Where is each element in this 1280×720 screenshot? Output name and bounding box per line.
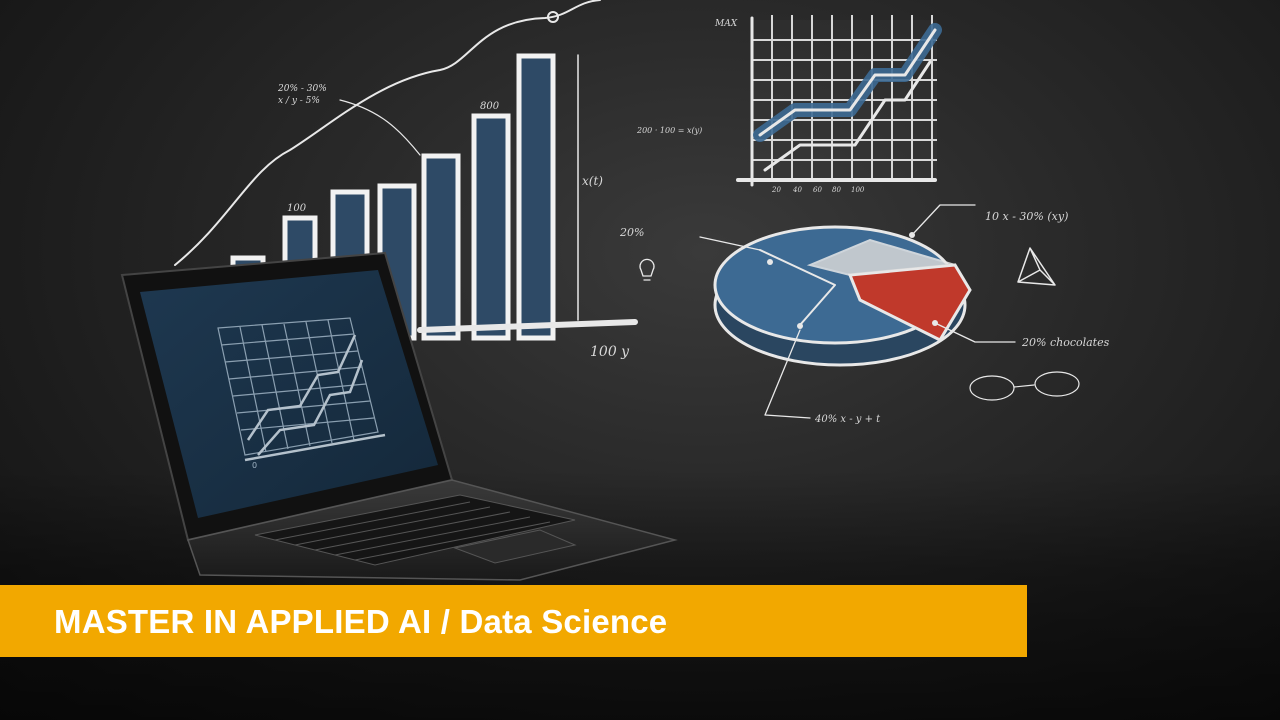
pie-note-right: 20% chocolates [1021,336,1110,349]
hero-scene: 100 800 x(t) 100 y 20% - 30% x / y - 5% … [0,0,1280,720]
line-chart-tick-3: 60 [813,186,822,194]
laptop: 0 [120,251,678,581]
pyramid-icon [1017,247,1056,286]
title-banner: MASTER IN APPLIED AI / Data Science [0,585,1027,657]
doodle-circle-1 [969,375,1015,401]
line-chart-tick-4: 80 [832,186,841,194]
pie-note-bottom: 40% x - y + t [814,414,881,425]
line-chart: MAX 20 40 60 80 100 [714,15,942,194]
line-chart-tick-1: 20 [771,186,781,194]
line-chart-tick-5: 100 [851,186,865,194]
pie-note-top: 10 x - 30% (xy) [985,210,1068,223]
doodle-circle-2 [1034,371,1080,397]
line-chart-tick-2: 40 [792,186,802,194]
laptop-screen-tick: 0 [252,461,257,470]
banner-title: MASTER IN APPLIED AI / Data Science [54,603,668,640]
line-chart-axis-top: MAX [714,19,738,29]
